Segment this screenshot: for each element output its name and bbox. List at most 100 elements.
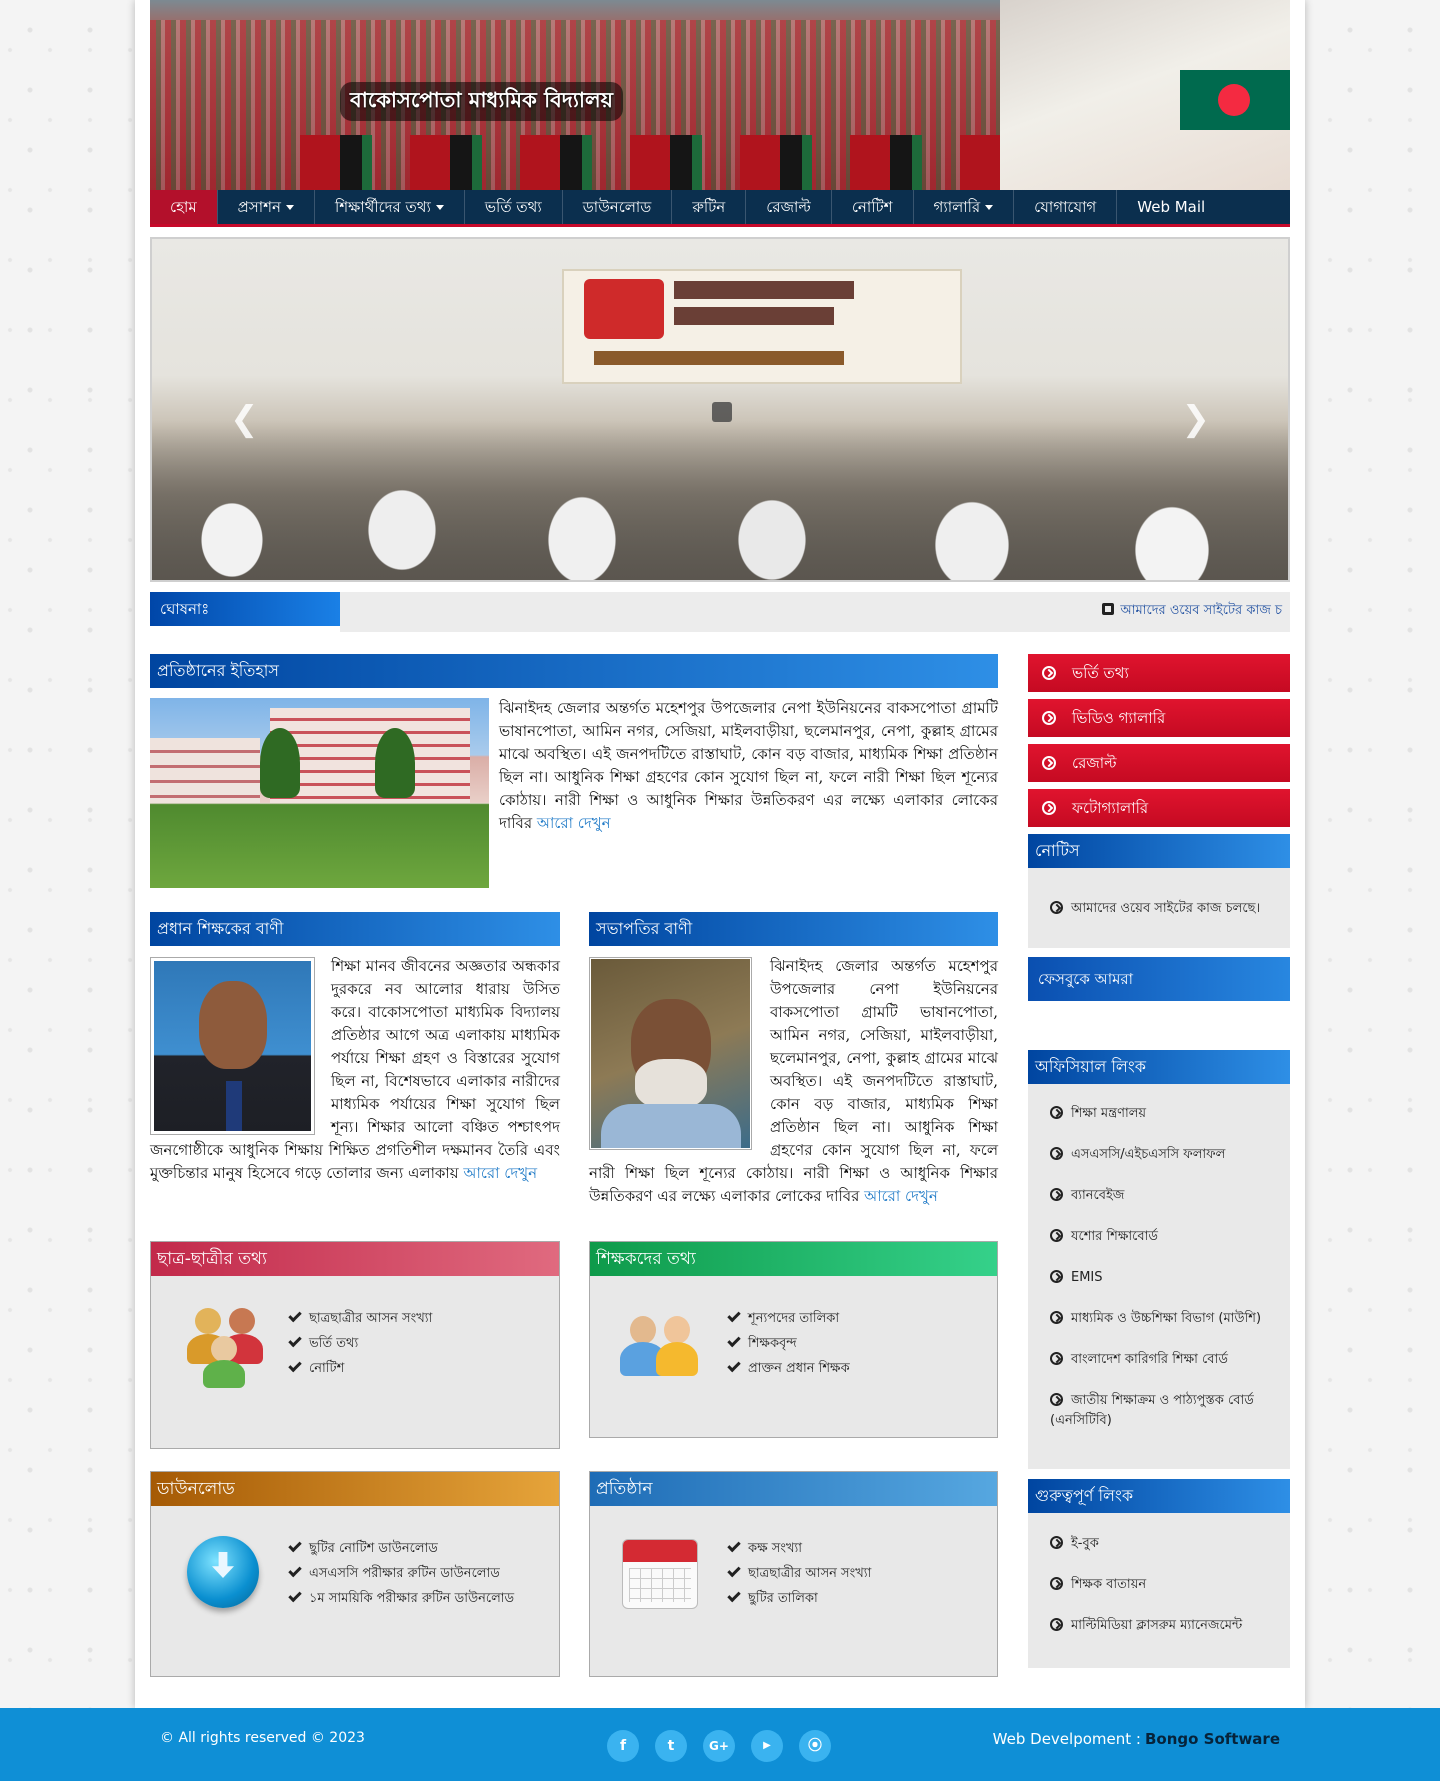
announcement-label: ঘোষনাঃ: [150, 592, 340, 626]
important-link[interactable]: শিক্ষক বাতায়ন: [1050, 1564, 1276, 1605]
arrow-circle-icon: [1050, 1270, 1063, 1283]
main-nav: হোম প্রসাশন শিক্ষার্থীদের তথ্য ভর্তি তথ্…: [150, 190, 1290, 227]
official-link[interactable]: ব্যানবেইজ: [1050, 1175, 1276, 1216]
list-item[interactable]: ভর্তি তথ্য: [288, 1331, 432, 1356]
sidebar-button-video-gallery[interactable]: ভিডিও গ্যালারি: [1028, 699, 1290, 737]
nav-label: ডাউনলোড: [582, 198, 652, 216]
list-item[interactable]: ছুটির তালিকা: [727, 1586, 871, 1611]
rss-icon[interactable]: ⦿: [799, 1730, 831, 1762]
nav-item-result[interactable]: রেজাল্ট: [746, 190, 832, 224]
header-banner: বাকোসপোতা মাধ্যমিক বিদ্যালয়: [150, 0, 1290, 190]
school-building-photo: [150, 698, 489, 888]
official-link[interactable]: শিক্ষা মন্ত্রণালয়: [1050, 1093, 1276, 1134]
link-label: শিক্ষক বাতায়ন: [1071, 1577, 1147, 1592]
official-link[interactable]: বাংলাদেশ কারিগরি শিক্ষা বোর্ড: [1050, 1339, 1276, 1380]
nav-item-download[interactable]: ডাউনলোড: [563, 190, 673, 224]
nav-item-contact[interactable]: যোগাযোগ: [1014, 190, 1118, 224]
headmaster-read-more-link[interactable]: আরো দেখুন: [463, 1164, 537, 1182]
official-link[interactable]: EMIS: [1050, 1257, 1276, 1298]
list-item[interactable]: প্রাক্তন প্রধান শিক্ষক: [727, 1356, 850, 1381]
link-label: মাধ্যমিক ও উচ্চশিক্ষা বিভাগ (মাউশি): [1071, 1311, 1262, 1326]
youtube-icon[interactable]: ▶: [751, 1730, 783, 1762]
arrow-circle-icon: [1050, 1147, 1063, 1160]
notice-panel: আমাদের ওয়েব সাইটের কাজ চলছে।: [1028, 868, 1290, 948]
nav-item-gallery[interactable]: গ্যালারি: [914, 190, 1015, 224]
link-label: এসএসসি/এইচএসসি ফলাফল: [1071, 1147, 1226, 1162]
facebook-icon[interactable]: f: [607, 1730, 639, 1762]
official-links-panel: শিক্ষা মন্ত্রণালয় এসএসসি/এইচএসসি ফলাফল …: [1028, 1084, 1290, 1469]
download-links: ছুটির নোটিশ ডাউনলোড এসএসসি পরীক্ষার রুটি…: [288, 1536, 514, 1611]
link-label: নোটিশ: [309, 1361, 345, 1376]
students-info-box: ছাত্র-ছাত্রীর তথ্য ছাত্রছাত্রীর আসন সংখ্…: [150, 1241, 560, 1449]
link-label: মাল্টিমিডিয়া ক্লাসরুম ম্যানেজমেন্ট: [1071, 1618, 1243, 1633]
list-item[interactable]: শূন্যপদের তালিকা: [727, 1306, 850, 1331]
notice-heading: নোটিস: [1028, 834, 1290, 868]
arrow-circle-icon: [1050, 1577, 1063, 1590]
list-item[interactable]: ছাত্রছাত্রীর আসন সংখ্যা: [288, 1306, 433, 1331]
chairman-message-heading: সভাপতির বাণী: [589, 912, 998, 946]
nav-label: হোম: [170, 198, 197, 216]
notice-item[interactable]: আমাদের ওয়েব সাইটের কাজ চলছে।: [1050, 888, 1276, 929]
developer-credit: Web Develpoment : Bongo Software: [993, 1730, 1280, 1748]
official-link[interactable]: জাতীয় শিক্ষাক্রম ও পাঠ্যপুস্তক বোর্ড (এ…: [1050, 1380, 1276, 1441]
nav-item-notice[interactable]: নোটিশ: [832, 190, 914, 224]
important-links-panel: ই-বুক শিক্ষক বাতায়ন মাল্টিমিডিয়া ক্লাস…: [1028, 1513, 1290, 1668]
developer-link[interactable]: Bongo Software: [1145, 1730, 1280, 1748]
list-item[interactable]: ছাত্রছাত্রীর আসন সংখ্যা: [727, 1561, 871, 1586]
students-icon: [181, 1308, 267, 1388]
arrow-circle-icon: [1042, 666, 1056, 680]
facebook-heading: ফেসবুকে আমরা: [1028, 957, 1290, 1001]
slider-next-icon[interactable]: ❯: [1182, 399, 1211, 439]
sidebar-button-photo-gallery[interactable]: ফটোগ্যালারি: [1028, 789, 1290, 827]
official-link[interactable]: মাধ্যমিক ও উচ্চশিক্ষা বিভাগ (মাউশি): [1050, 1298, 1276, 1339]
link-label: ছাত্রছাত্রীর আসন সংখ্যা: [309, 1311, 433, 1326]
announcement-item[interactable]: আমাদের ওয়েব সাইটের কাজ চ: [1102, 601, 1282, 622]
google-plus-icon[interactable]: G+: [703, 1730, 735, 1762]
list-item[interactable]: ছুটির নোটিশ ডাউনলোড: [288, 1536, 514, 1561]
slider-indicator[interactable]: [712, 402, 732, 422]
important-link[interactable]: মাল্টিমিডিয়া ক্লাসরুম ম্যানেজমেন্ট: [1050, 1605, 1276, 1646]
check-icon: [288, 1333, 302, 1348]
check-icon: [288, 1358, 302, 1373]
twitter-icon[interactable]: t: [655, 1730, 687, 1762]
nav-item-students-info[interactable]: শিক্ষার্থীদের তথ্য: [315, 190, 465, 224]
chairman-read-more-link[interactable]: আরো দেখুন: [864, 1187, 938, 1205]
footer: © All rights reserved © 2023 f t G+ ▶ ⦿ …: [0, 1708, 1440, 1781]
sidebar-button-admission[interactable]: ভর্তি তথ্য: [1028, 654, 1290, 692]
link-label: এসএসসি পরীক্ষার রুটিন ডাউনলোড: [309, 1566, 500, 1581]
list-item[interactable]: শিক্ষকবৃন্দ: [727, 1331, 850, 1356]
nav-label: নোটিশ: [851, 198, 893, 216]
list-item[interactable]: এসএসসি পরীক্ষার রুটিন ডাউনলোড: [288, 1561, 514, 1586]
sidebar-button-result[interactable]: রেজাল্ট: [1028, 744, 1290, 782]
history-paragraph: ঝিনাইদহ জেলার অন্তর্গত মহেশপুর উপজেলার ন…: [499, 699, 998, 832]
list-item[interactable]: ১ম সাময়িকি পরীক্ষার রুটিন ডাউনলোড: [288, 1586, 514, 1611]
history-read-more-link[interactable]: আরো দেখুন: [537, 814, 611, 832]
nav-item-admission[interactable]: ভর্তি তথ্য: [465, 190, 563, 224]
nav-label: গ্যালারি: [933, 198, 981, 216]
check-icon: [727, 1538, 741, 1553]
arrow-circle-icon: [1050, 1618, 1063, 1631]
nav-item-webmail[interactable]: Web Mail: [1117, 190, 1225, 224]
check-icon: [727, 1563, 741, 1578]
list-item[interactable]: নোটিশ: [288, 1356, 432, 1381]
nav-item-routine[interactable]: রুটিন: [672, 190, 747, 224]
important-link[interactable]: ই-বুক: [1050, 1523, 1276, 1564]
check-icon: [727, 1588, 741, 1603]
link-label: ই-বুক: [1071, 1536, 1099, 1551]
arrow-circle-icon: [1042, 711, 1056, 725]
arrow-circle-icon: [1050, 901, 1063, 914]
slider-photo: [152, 420, 1288, 580]
slider-prev-icon[interactable]: ❮: [230, 399, 259, 439]
official-link[interactable]: এসএসসি/এইচএসসি ফলাফল: [1050, 1134, 1276, 1175]
site-name: বাকোসপোতা মাধ্যমিক বিদ্যালয়: [340, 82, 624, 121]
official-link[interactable]: যশোর শিক্ষাবোর্ড: [1050, 1216, 1276, 1257]
link-label: শিক্ষকবৃন্দ: [748, 1336, 797, 1351]
arrow-circle-icon: [1050, 1311, 1063, 1324]
history-text: ঝিনাইদহ জেলার অন্তর্গত মহেশপুর উপজেলার ন…: [499, 697, 998, 835]
button-label: রেজাল্ট: [1072, 754, 1117, 772]
box-title: ছাত্র-ছাত্রীর তথ্য: [151, 1242, 559, 1276]
nav-item-home[interactable]: হোম: [150, 190, 218, 224]
list-item[interactable]: কক্ষ সংখ্যা: [727, 1536, 871, 1561]
banner-decoration: [300, 135, 1000, 190]
nav-item-administration[interactable]: প্রসাশন: [218, 190, 315, 224]
